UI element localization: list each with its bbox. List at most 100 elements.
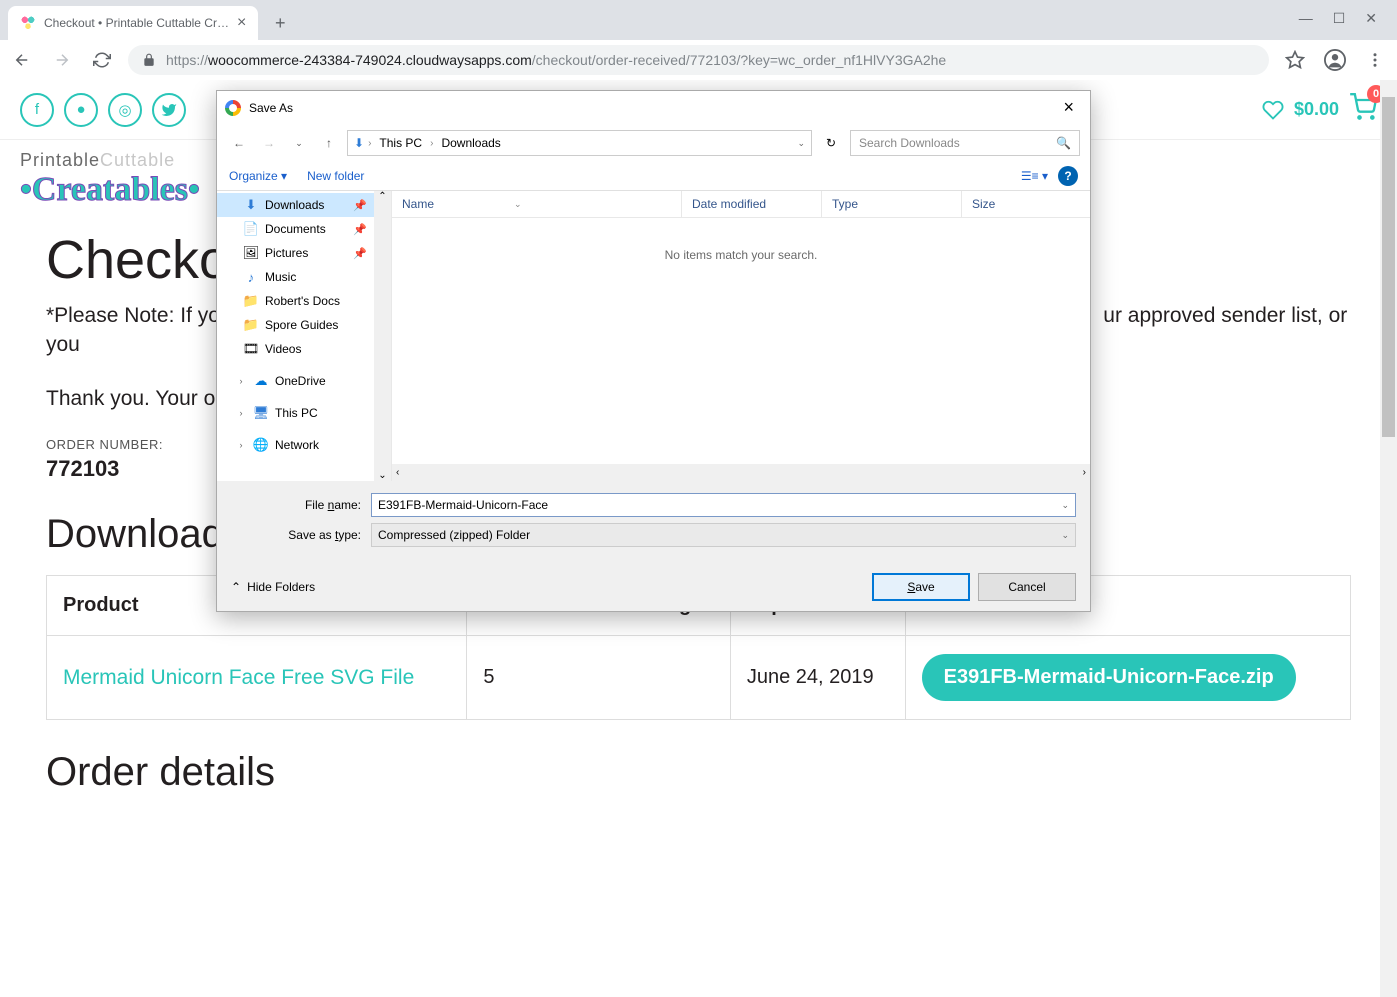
new-folder-button[interactable]: New folder (307, 169, 364, 183)
network-icon: 🌐 (253, 437, 269, 453)
tree-item-onedrive[interactable]: ›☁OneDrive (217, 369, 391, 393)
product-link[interactable]: Mermaid Unicorn Face Free SVG File (63, 666, 414, 689)
tree-item-this-pc[interactable]: ›🖥This PC (217, 401, 391, 425)
dialog-titlebar[interactable]: Save As × (217, 91, 1090, 124)
heart-icon[interactable] (1262, 99, 1284, 121)
dialog-footer: ⌃Hide Folders Save Cancel (217, 565, 1090, 611)
expand-icon[interactable]: › (235, 376, 247, 386)
scroll-down-icon[interactable]: ⌄ (378, 470, 386, 481)
expand-icon[interactable]: › (235, 440, 247, 450)
tree-item-music[interactable]: ♪Music (217, 265, 391, 289)
filename-label: File name: (231, 498, 361, 512)
dialog-inputs: File name: E391FB-Mermaid-Unicorn-Face⌄ … (217, 481, 1090, 565)
filetype-select[interactable]: Compressed (zipped) Folder⌄ (371, 523, 1076, 547)
tab-bar: Checkout • Printable Cuttable Cr… × + (0, 0, 1397, 40)
scroll-up-icon[interactable]: ⌃ (378, 191, 386, 202)
twitter-icon[interactable] (152, 93, 186, 127)
scrollbar-thumb[interactable] (1382, 97, 1395, 437)
pictures-icon: 🖼 (243, 245, 259, 261)
breadcrumb-current[interactable]: Downloads (437, 136, 504, 150)
address-bar: https://woocommerce-243384-749024.cloudw… (0, 40, 1397, 80)
maximize-button[interactable]: ☐ (1333, 10, 1346, 27)
breadcrumb[interactable]: ⬇ › This PC › Downloads ⌄ (347, 130, 812, 156)
videos-icon: 🎞 (243, 341, 259, 357)
url-text: https://woocommerce-243384-749024.cloudw… (166, 52, 946, 68)
col-header-type[interactable]: Type (822, 191, 962, 217)
new-tab-button[interactable]: + (266, 9, 294, 37)
lock-icon (142, 53, 156, 67)
pinterest-icon[interactable]: ● (64, 93, 98, 127)
profile-icon[interactable] (1321, 46, 1349, 74)
music-icon: ♪ (243, 269, 259, 285)
pin-icon: 📌 (353, 223, 367, 236)
help-icon[interactable]: ? (1058, 166, 1078, 186)
folder-tree: ⬇Downloads📌 📄Documents📌 🖼Pictures📌 ♪Musi… (217, 191, 392, 481)
breadcrumb-root[interactable]: This PC (375, 136, 426, 150)
scroll-left-icon[interactable]: ‹ (396, 467, 399, 478)
minimize-button[interactable]: — (1299, 10, 1313, 27)
expand-icon[interactable]: › (235, 408, 247, 418)
download-button[interactable]: E391FB-Mermaid-Unicorn-Face.zip (922, 654, 1296, 701)
reload-button[interactable] (88, 46, 116, 74)
close-window-button[interactable]: ✕ (1365, 10, 1377, 27)
facebook-icon[interactable]: f (20, 93, 54, 127)
close-tab-icon[interactable]: × (237, 14, 246, 32)
tree-item-pictures[interactable]: 🖼Pictures📌 (217, 241, 391, 265)
chevron-down-icon[interactable]: ⌄ (1061, 530, 1069, 541)
save-as-dialog: Save As × ← → ⌄ ↑ ⬇ › This PC › Download… (216, 90, 1091, 612)
bookmark-star-icon[interactable] (1281, 46, 1309, 74)
file-h-scrollbar[interactable]: ‹› (392, 464, 1090, 481)
dialog-main: ⬇Downloads📌 📄Documents📌 🖼Pictures📌 ♪Musi… (217, 191, 1090, 481)
sort-indicator-icon: ⌄ (514, 199, 522, 210)
tree-item-videos[interactable]: 🎞Videos (217, 337, 391, 361)
tree-scrollbar[interactable]: ⌃⌄ (374, 191, 391, 481)
tree-item-documents[interactable]: 📄Documents📌 (217, 217, 391, 241)
tree-item-roberts-docs[interactable]: 📁Robert's Docs (217, 289, 391, 313)
col-header-size[interactable]: Size (962, 191, 1090, 217)
cart-area[interactable]: $0.00 0 (1262, 93, 1377, 126)
chevron-down-icon[interactable]: ⌄ (797, 138, 805, 149)
download-icon: ⬇ (243, 197, 259, 213)
folder-icon: 📁 (243, 317, 259, 333)
hide-folders-toggle[interactable]: ⌃Hide Folders (231, 580, 315, 594)
refresh-button[interactable]: ↻ (818, 130, 844, 156)
browser-chrome: — ☐ ✕ Checkout • Printable Cuttable Cr… … (0, 0, 1397, 80)
pin-icon: 📌 (353, 247, 367, 260)
search-input[interactable]: Search Downloads 🔍 (850, 130, 1080, 156)
browser-tab[interactable]: Checkout • Printable Cuttable Cr… × (8, 6, 258, 40)
url-field[interactable]: https://woocommerce-243384-749024.cloudw… (128, 45, 1269, 75)
col-header-date[interactable]: Date modified (682, 191, 822, 217)
organize-menu[interactable]: Organize ▾ (229, 169, 287, 183)
view-options-button[interactable]: ☰≡ ▾ (1021, 169, 1048, 183)
nav-recent-button[interactable]: ⌄ (287, 131, 311, 155)
page-body: f ● ◎ $0.00 0 PrintableCuttable •Creatab… (0, 80, 1397, 997)
save-button[interactable]: Save (872, 573, 970, 601)
nav-up-button[interactable]: ↑ (317, 131, 341, 155)
instagram-icon[interactable]: ◎ (108, 93, 142, 127)
nav-back-button[interactable]: ← (227, 131, 251, 155)
close-dialog-button[interactable]: × (1055, 97, 1082, 118)
page-scrollbar[interactable] (1380, 80, 1397, 997)
search-icon: 🔍 (1056, 136, 1071, 150)
nav-forward-button[interactable]: → (257, 131, 281, 155)
order-details-heading: Order details (46, 750, 1351, 795)
tree-item-spore-guides[interactable]: 📁Spore Guides (217, 313, 391, 337)
back-button[interactable] (8, 46, 36, 74)
search-placeholder: Search Downloads (859, 136, 960, 150)
tree-item-downloads[interactable]: ⬇Downloads📌 (217, 193, 391, 217)
empty-message: No items match your search. (392, 218, 1090, 464)
cancel-button[interactable]: Cancel (978, 573, 1076, 601)
cart-icon[interactable]: 0 (1349, 93, 1377, 126)
tree-item-network[interactable]: ›🌐Network (217, 433, 391, 457)
scroll-right-icon[interactable]: › (1083, 467, 1086, 478)
filetype-label: Save as type: (231, 528, 361, 542)
chevron-down-icon[interactable]: ⌄ (1061, 500, 1069, 511)
menu-icon[interactable] (1361, 46, 1389, 74)
forward-button[interactable] (48, 46, 76, 74)
download-arrow-icon: ⬇ (354, 136, 364, 150)
dialog-title: Save As (249, 101, 293, 115)
filename-input[interactable]: E391FB-Mermaid-Unicorn-Face⌄ (371, 493, 1076, 517)
cart-total: $0.00 (1294, 99, 1339, 120)
col-header-name[interactable]: Name⌄ (392, 191, 682, 217)
chevron-right-icon: › (430, 138, 433, 149)
